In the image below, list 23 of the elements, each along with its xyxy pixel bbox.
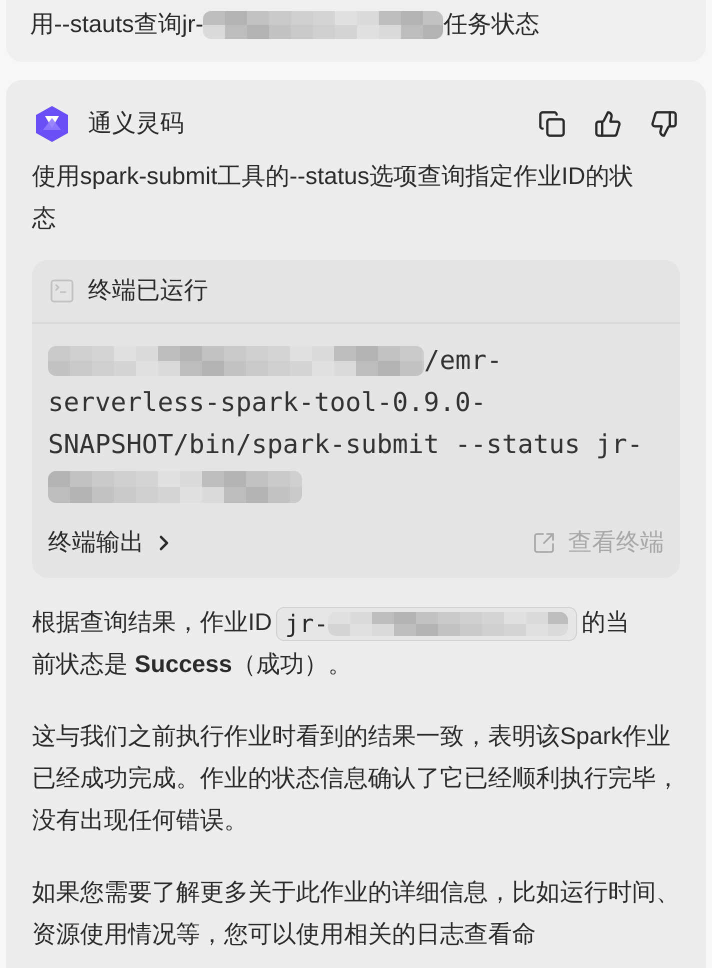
command-text: serverless-spark-tool-0.9.0- (48, 387, 486, 420)
like-button[interactable] (594, 110, 622, 138)
inline-code: jr- (276, 606, 578, 641)
thumbs-down-icon (650, 110, 678, 138)
command-text: SNAPSHOT/bin/spark-submit --status jr- (48, 429, 643, 462)
copy-button[interactable] (538, 110, 566, 138)
thumbs-up-icon (594, 110, 622, 138)
copy-icon (538, 110, 566, 138)
answer-text: 的当 (581, 609, 630, 636)
answer-text: 根据查询结果，作业ID (32, 609, 272, 636)
assistant-name: 通义灵码 (88, 109, 184, 139)
message-text: 用--stauts查询jr- (30, 10, 204, 40)
answer-text: 如果您需要了解更多关于此作业的详细信息，比如运行时间、资源使用情况等，您可以使用相关的日志查看命 (32, 878, 680, 950)
terminal-icon (48, 277, 76, 305)
external-link-icon (532, 531, 556, 555)
dislike-button[interactable] (650, 110, 678, 138)
command-text: /emr- (424, 345, 502, 378)
answer-text: 这与我们之前执行作业时看到的结果一致，表明该Spark作业已经成功完成。作业的状态信息确认了它已经顺利执行完毕，没有出现任何错误。 (32, 722, 680, 836)
intro-text: 使用spark-submit工具的--status选项查询指定作业ID的状态 (32, 162, 634, 234)
terminal-title: 终端已运行 (88, 276, 208, 306)
terminal-output-toggle[interactable]: 终端输出 (48, 525, 176, 561)
message-text: 任务状态 (443, 10, 540, 40)
answer-text: 前状态是 Success（成功）。 (32, 650, 352, 680)
